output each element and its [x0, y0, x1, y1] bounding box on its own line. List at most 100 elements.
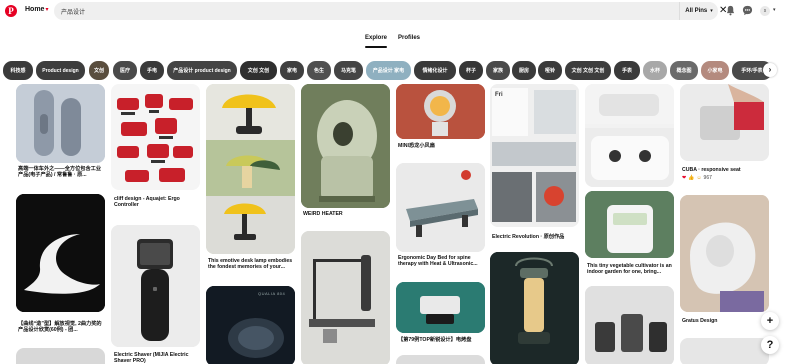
pin-image[interactable] [396, 282, 485, 333]
electric-grill-image [396, 282, 485, 333]
pin-image[interactable] [16, 84, 105, 163]
pin-caption[interactable]: 【第79例TOP新锐设计】电烤盘 [398, 337, 484, 343]
pin-caption[interactable]: This emotive desk lamp embodies the fond… [208, 258, 294, 271]
mushroom-lamp-image [206, 84, 295, 254]
device-product-image [16, 84, 105, 163]
chip[interactable]: 科技感 [3, 61, 33, 80]
curved-chair-image [16, 194, 105, 312]
controller-sketches-image [111, 84, 200, 190]
pin-caption[interactable]: Ergonomic Day Bed for spine therapy with… [398, 255, 484, 268]
pin-image[interactable] [111, 84, 200, 190]
qualia-speaker-image [206, 286, 295, 364]
pin-image[interactable]: Fri [490, 84, 579, 227]
chip[interactable]: 手表 [614, 61, 640, 80]
pin-image[interactable] [301, 231, 390, 364]
add-button[interactable]: + [761, 312, 779, 330]
tab-explore[interactable]: Explore [365, 35, 388, 48]
pin-caption[interactable]: cliff design - Aquajet: Ergo Controller [114, 196, 200, 209]
pin-image[interactable] [680, 338, 769, 364]
chip[interactable]: 产品设计 product design [167, 61, 237, 80]
day-bed-image [396, 163, 485, 252]
chip[interactable]: 小家电 [701, 61, 729, 80]
chip[interactable]: 水杯 [643, 61, 667, 80]
pin-caption[interactable]: 高端一体车外之——全方位包含工业产品(电子产品) / 常鲁鲁 · 原... [18, 166, 104, 179]
chip[interactable]: 产品设计 家电 [366, 61, 411, 80]
mini-fan-image [396, 84, 485, 139]
pin-image[interactable] [301, 84, 390, 208]
chevron-down-icon: ▾ [710, 8, 713, 14]
pin-image[interactable] [585, 191, 674, 258]
chip[interactable]: 文创 文创 文创 [565, 61, 611, 80]
pin-image[interactable] [16, 194, 105, 312]
filter-label: All Pins [685, 8, 708, 14]
pin-feed: 高端一体车外之——全方位包含工业产品(电子产品) / 常鲁鲁 · 原... 【曲… [0, 84, 785, 364]
chip[interactable]: 概念图 [670, 61, 698, 80]
home-button[interactable]: Home▾ [25, 6, 48, 13]
heart-icon: ❤ [682, 175, 687, 181]
screen-text: Fri [495, 92, 503, 98]
chevron-right-icon[interactable]: › [763, 63, 777, 77]
chip[interactable]: 文创 [89, 61, 109, 80]
pin-caption[interactable]: MINI恐龙小风扇 [398, 143, 484, 149]
help-button[interactable]: ? [761, 336, 779, 354]
chip[interactable]: 色生 [307, 61, 331, 80]
cultivator-detail-image [585, 84, 674, 187]
pin-caption[interactable]: Electric Revolution · 原创作品 [492, 234, 578, 240]
pin-image[interactable] [16, 348, 105, 364]
avatar[interactable]: s [760, 6, 770, 16]
search-tabs: Explore Profiles [0, 35, 785, 48]
pin-image[interactable] [396, 84, 485, 139]
chevron-down-icon: ▾ [45, 7, 49, 13]
top-bar: P Home▾ ✕ All Pins▾ s ▾ [0, 0, 785, 24]
chip[interactable]: 家电 [280, 61, 304, 80]
suggestion-chips: 科技感 Product design 文创 医疗 手电 产品设计 product… [0, 61, 785, 80]
electric-shaver-image [111, 225, 200, 347]
home-label: Home [25, 6, 45, 13]
chip[interactable]: 杯子 [459, 61, 483, 80]
thumbs-up-icon: 👍 [688, 175, 695, 181]
pin-caption[interactable]: Gratus Design [682, 318, 768, 324]
brand-label: QUALIA 804 [258, 291, 286, 296]
bell-icon[interactable] [725, 5, 736, 16]
chip[interactable]: 文创 文创 [240, 61, 277, 80]
pin-image[interactable] [585, 286, 674, 364]
pin-image[interactable] [490, 252, 579, 364]
pin-caption[interactable]: This tiny vegetable cultivator is an ind… [587, 263, 673, 276]
tab-profiles[interactable]: Profiles [398, 35, 420, 41]
chip[interactable]: 家族 [486, 61, 510, 80]
pin-image[interactable] [396, 355, 485, 364]
pin-caption[interactable]: WEIRD HEATER [303, 211, 389, 217]
chip[interactable]: 医疗 [113, 61, 137, 80]
filter-dropdown[interactable]: All Pins ▾ [679, 2, 718, 20]
chip[interactable]: 马克笔 [334, 61, 363, 80]
smile-icon: ☺ [696, 175, 702, 181]
gratus-device-image [680, 195, 769, 312]
messages-icon[interactable] [742, 5, 753, 16]
pin-image[interactable] [585, 84, 674, 187]
search-bar[interactable]: ✕ [54, 2, 727, 20]
speaker-set-image [585, 286, 674, 364]
chip[interactable]: 哑铃 [538, 61, 562, 80]
pin-image[interactable] [680, 195, 769, 312]
search-input[interactable] [61, 5, 621, 17]
chip[interactable]: Product design [36, 61, 85, 80]
chip[interactable]: 情绪化设计 [414, 61, 456, 80]
vegetable-cultivator-image [585, 191, 674, 258]
chip[interactable]: 厨房 [512, 61, 536, 80]
pin-image[interactable] [111, 225, 200, 347]
pinterest-logo[interactable]: P [5, 5, 17, 17]
pin-image[interactable] [206, 84, 295, 254]
pin-caption[interactable]: 【曲线“造”型】解放视觉, 2曲力奖的产品设计欣赏(60例) - 团... [18, 321, 104, 334]
reaction-count: 967 [703, 175, 712, 181]
pin-image[interactable]: QUALIA 804 [206, 286, 295, 364]
electric-revolution-image [490, 84, 579, 227]
pin-caption[interactable]: CUBA · responsive seat [682, 167, 768, 173]
heater-image [301, 84, 390, 208]
pin-image[interactable] [680, 84, 769, 161]
cuba-seat-image [680, 84, 769, 161]
pin-caption[interactable]: Electric Shaver (MIJIA Electric Shaver P… [114, 352, 200, 364]
chip[interactable]: 手电 [140, 61, 164, 80]
pin-image[interactable] [396, 163, 485, 252]
reaction-row: ❤ 👍 ☺ 967 [682, 175, 712, 181]
chevron-down-icon[interactable]: ▾ [773, 7, 776, 13]
